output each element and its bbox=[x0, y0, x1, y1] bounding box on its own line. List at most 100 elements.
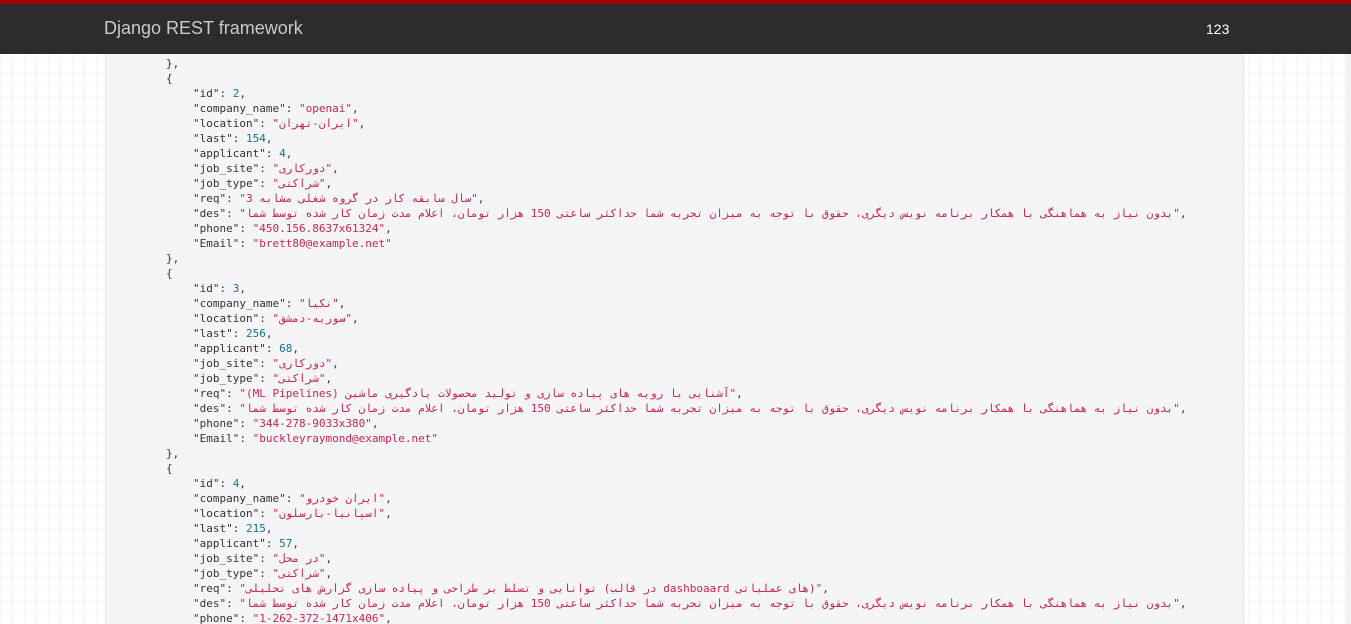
json-quote: " bbox=[365, 417, 372, 430]
json-key: "company_name" bbox=[193, 297, 286, 310]
json-comma: , bbox=[385, 507, 392, 520]
json-colon: : bbox=[259, 312, 273, 325]
json-key: "phone" bbox=[193, 417, 240, 430]
json-field-company_name: "company_name": "نکیا", bbox=[106, 296, 1243, 311]
json-colon: : bbox=[285, 297, 299, 310]
json-comma: , bbox=[385, 492, 392, 505]
json-quote: " bbox=[239, 207, 246, 220]
json-quote: " bbox=[385, 237, 392, 250]
json-field-location: "location": "ایران-تهران", bbox=[106, 116, 1243, 131]
json-field-req: "req": "(های عملیاتی dashboaard در قالب)… bbox=[106, 581, 1243, 596]
json-field-job_site: "job_site": "دورکاری", bbox=[106, 161, 1243, 176]
json-quote: " bbox=[398, 54, 405, 55]
json-string-value: 1-262-372-1471x406 bbox=[259, 612, 379, 624]
json-colon: : bbox=[219, 282, 233, 295]
json-quote: " bbox=[298, 492, 306, 505]
json-key: "req" bbox=[193, 192, 227, 205]
json-comma: , bbox=[265, 522, 273, 535]
json-colon: : bbox=[265, 147, 280, 160]
json-field-location: "location": "اسپانیا-بارسلون", bbox=[106, 506, 1243, 521]
json-number-value: 57 bbox=[279, 537, 293, 550]
json-colon: : bbox=[239, 417, 253, 430]
json-brace: }, bbox=[166, 252, 180, 265]
json-field-applicant: "applicant": 57, bbox=[106, 536, 1243, 551]
json-colon: : bbox=[239, 237, 253, 250]
page-scrollbar[interactable] bbox=[1346, 54, 1351, 624]
json-key: "Email" bbox=[193, 432, 240, 445]
json-object-close: }, bbox=[106, 251, 1243, 266]
json-string-value: ایران-تهران bbox=[279, 117, 352, 130]
json-string-value: بدون نیاز به هماهنگی با همکار برنامه نوی… bbox=[246, 207, 1174, 220]
json-quote: " bbox=[1173, 402, 1180, 415]
json-colon: : bbox=[265, 537, 280, 550]
json-key: "location" bbox=[193, 312, 260, 325]
json-field-phone: "phone": "344-278-9033x380", bbox=[106, 416, 1243, 431]
json-key: "job_site" bbox=[193, 552, 260, 565]
json-key: "Email" bbox=[193, 54, 239, 55]
json-quote: " bbox=[351, 117, 359, 130]
json-comma: , bbox=[351, 102, 359, 115]
json-colon: : bbox=[259, 357, 273, 370]
json-string-value: بدون نیاز به هماهنگی با همکار برنامه نوی… bbox=[246, 597, 1174, 610]
json-field-des: "des": "بدون نیاز به هماهنگی با همکار بر… bbox=[106, 596, 1243, 611]
json-key: "applicant" bbox=[193, 342, 266, 355]
json-field-phone: "phone": "450.156.8637x61324", bbox=[106, 221, 1243, 236]
json-colon: : bbox=[265, 342, 280, 355]
json-field-job_site: "job_site": "دورکاری", bbox=[106, 356, 1243, 371]
json-key: "phone" bbox=[193, 222, 240, 235]
json-quote: " bbox=[1173, 207, 1180, 220]
json-string-value: نکیا bbox=[305, 297, 333, 310]
json-key: "company_name" bbox=[193, 492, 286, 505]
json-key: "job_type" bbox=[193, 372, 260, 385]
json-key: "last" bbox=[193, 132, 233, 145]
json-key: "Email" bbox=[193, 237, 240, 250]
json-comma: , bbox=[265, 327, 273, 340]
json-string-value: شراکتی bbox=[279, 177, 319, 190]
json-key: "location" bbox=[193, 117, 260, 130]
json-colon: : bbox=[259, 552, 273, 565]
json-colon: : bbox=[219, 87, 233, 100]
json-field-req: "req": "سال سابقه کار در گروه شغلی مشابه… bbox=[106, 191, 1243, 206]
user-menu[interactable]: 123 bbox=[1206, 21, 1229, 37]
json-key: "des" bbox=[193, 597, 227, 610]
json-quote: " bbox=[431, 432, 439, 445]
json-colon: : bbox=[239, 222, 253, 235]
json-comma: , bbox=[325, 567, 333, 580]
json-key: "last" bbox=[193, 327, 233, 340]
json-quote: " bbox=[345, 102, 352, 115]
json-quote: " bbox=[471, 192, 478, 205]
json-comma: , bbox=[285, 147, 293, 160]
json-string-value: 344-278-9033x380 bbox=[259, 417, 366, 430]
json-field-company_name: "company_name": "ایران خودرو", bbox=[106, 491, 1243, 506]
json-comma: , bbox=[1179, 207, 1187, 220]
json-colon: : bbox=[239, 432, 253, 445]
json-colon: : bbox=[239, 54, 252, 55]
json-comma: , bbox=[1179, 597, 1187, 610]
json-brace: }, bbox=[166, 57, 180, 70]
json-quote: " bbox=[239, 192, 246, 205]
json-key: "job_site" bbox=[193, 357, 260, 370]
json-colon: : bbox=[259, 177, 273, 190]
json-string-value: openai bbox=[305, 102, 346, 115]
json-field-applicant: "applicant": 68, bbox=[106, 341, 1243, 356]
json-key: "req" bbox=[193, 582, 227, 595]
json-brace: }, bbox=[166, 447, 180, 460]
json-comma: , bbox=[338, 297, 346, 310]
json-comma: , bbox=[1179, 402, 1187, 415]
json-key: "job_type" bbox=[193, 567, 260, 580]
json-string-value: آشنایی با رویه های پیاده سازی و تولید مح… bbox=[246, 387, 730, 400]
json-quote: " bbox=[239, 402, 246, 415]
json-field-job_site: "job_site": "در محل", bbox=[106, 551, 1243, 566]
json-comma: , bbox=[325, 372, 333, 385]
json-key: "id" bbox=[193, 282, 220, 295]
json-colon: : bbox=[285, 102, 299, 115]
json-colon: : bbox=[259, 507, 273, 520]
json-field-location: "location": "سوریه-دمشق", bbox=[106, 311, 1243, 326]
brand-link[interactable]: Django REST framework bbox=[104, 18, 303, 39]
json-field-last: "last": 256, bbox=[106, 326, 1243, 341]
json-key: "des" bbox=[193, 207, 227, 220]
json-comma: , bbox=[239, 477, 246, 490]
json-field-job_type: "job_type": "شراکتی", bbox=[106, 371, 1243, 386]
json-comma: , bbox=[292, 342, 299, 355]
json-comma: , bbox=[822, 582, 829, 595]
